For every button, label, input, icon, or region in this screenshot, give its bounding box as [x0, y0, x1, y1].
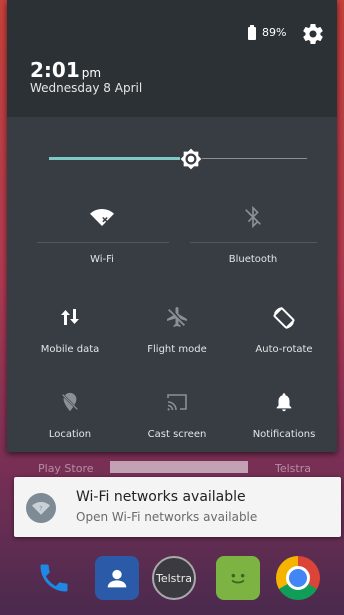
clock-time: 2:01 [30, 58, 80, 82]
app-dock: Telstra [0, 550, 344, 615]
brightness-sun-icon[interactable] [180, 148, 202, 170]
brightness-track-filled [49, 157, 180, 160]
bluetooth-divider [190, 242, 317, 243]
play-store-label[interactable]: Play Store [38, 462, 94, 475]
tile-cast-screen[interactable]: Cast screen [122, 390, 232, 460]
bluetooth-off-icon [198, 205, 308, 229]
mobile-data-icon [15, 305, 125, 329]
telstra-label[interactable]: Telstra [275, 462, 311, 475]
tile-notifications[interactable]: Notifications [229, 390, 339, 460]
airplane-off-icon [122, 305, 232, 329]
clock[interactable]: 2:01 pm [30, 58, 101, 82]
tile-wifi[interactable]: Wi-Fi [47, 205, 157, 275]
phone-app-icon[interactable] [32, 556, 76, 600]
date-label[interactable]: Wednesday 8 April [30, 81, 142, 95]
tile-notifications-label: Notifications [252, 429, 316, 440]
wifi-question-icon: ? [26, 493, 56, 523]
wifi-icon [47, 205, 157, 229]
svg-text:?: ? [39, 505, 42, 512]
partially-hidden-widget [110, 461, 248, 473]
tile-flight-mode[interactable]: Flight mode [122, 305, 232, 375]
notification-subtitle: Open Wi-Fi networks available [76, 510, 258, 524]
tile-cast-screen-label: Cast screen [147, 429, 207, 440]
tile-auto-rotate-label: Auto-rotate [255, 344, 313, 355]
tile-bluetooth[interactable]: Bluetooth [198, 205, 308, 275]
chrome-app-icon[interactable] [276, 556, 320, 600]
auto-rotate-icon [229, 305, 339, 329]
gear-icon[interactable] [301, 22, 325, 46]
battery-icon [248, 25, 256, 40]
brightness-track-empty [202, 158, 307, 159]
telstra-app-label: Telstra [156, 571, 192, 585]
bell-icon [229, 390, 339, 414]
clock-ampm: pm [81, 66, 102, 80]
quick-settings-panel: 89% 2:01 pm Wednesday 8 April Wi-Fi Blue… [7, 0, 337, 452]
tile-location-label: Location [48, 429, 92, 440]
quick-settings-header: 89% 2:01 pm Wednesday 8 April [7, 0, 337, 117]
wifi-divider [37, 242, 169, 243]
notification-title: Wi-Fi networks available [76, 489, 246, 505]
cast-icon [122, 390, 232, 414]
wifi-networks-notification[interactable]: ? Wi-Fi networks available Open Wi-Fi ne… [14, 477, 341, 537]
contacts-app-icon[interactable] [95, 556, 139, 600]
tile-mobile-data-label: Mobile data [40, 344, 100, 355]
tile-location[interactable]: Location [15, 390, 125, 460]
tile-bluetooth-label: Bluetooth [228, 254, 278, 265]
battery-percentage: 89% [262, 26, 287, 39]
tile-auto-rotate[interactable]: Auto-rotate [229, 305, 339, 375]
tile-mobile-data[interactable]: Mobile data [15, 305, 125, 375]
messaging-app-icon[interactable] [216, 556, 260, 600]
location-off-icon [15, 390, 125, 414]
telstra-app-icon[interactable]: Telstra [152, 556, 196, 600]
tile-wifi-label: Wi-Fi [90, 254, 114, 265]
tile-flight-mode-label: Flight mode [147, 344, 207, 355]
brightness-slider[interactable] [49, 148, 307, 170]
